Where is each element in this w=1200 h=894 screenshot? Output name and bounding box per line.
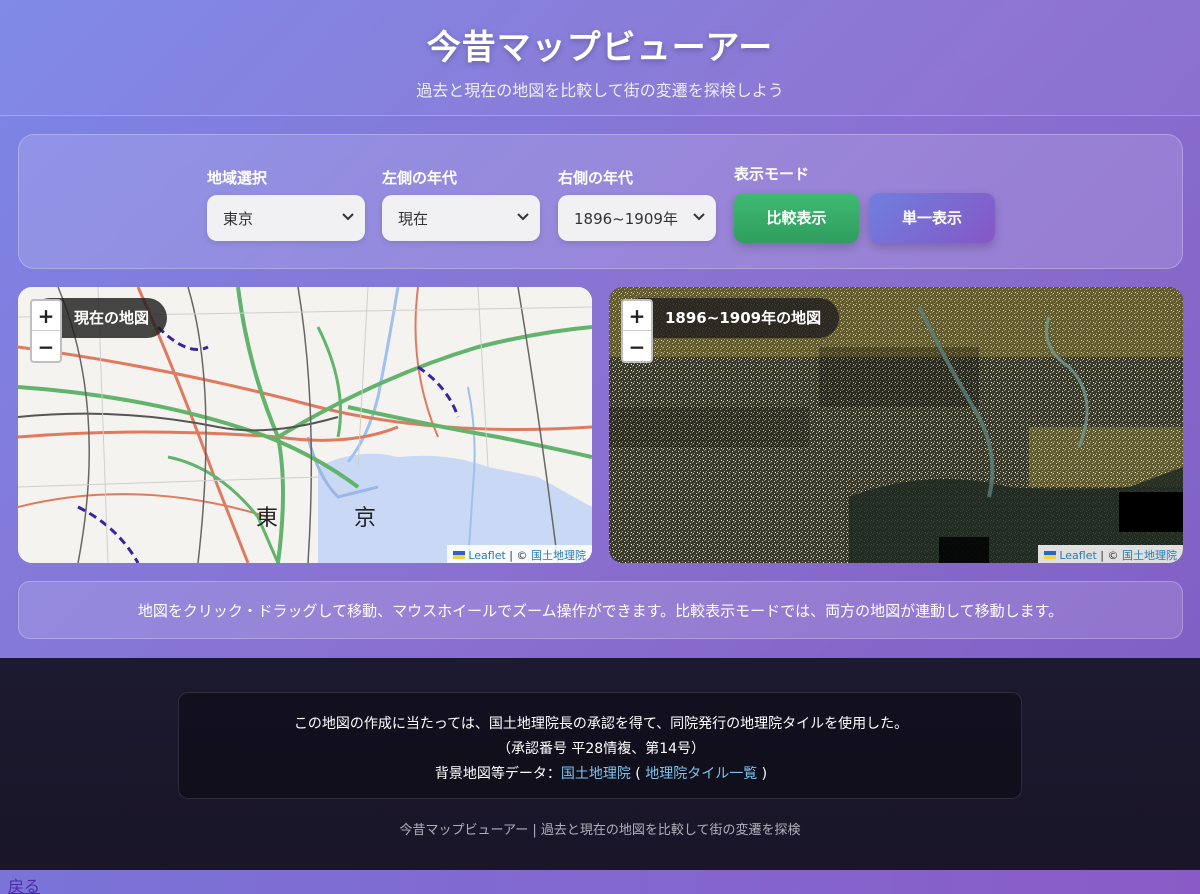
map-place-label: 東 <box>256 506 278 531</box>
attribution-separator: | © <box>505 549 531 562</box>
bottom-strip <box>0 870 1200 894</box>
left-map-attribution: Leaflet | © 国土地理院 <box>447 545 592 563</box>
credit-line-1: この地図の作成に当たっては、国土地理院長の承認を得て、同院発行の地理院タイルを使… <box>293 716 909 732</box>
compare-mode-button[interactable]: 比較表示 <box>734 193 859 243</box>
zoom-in-button[interactable]: + <box>623 301 651 331</box>
ukraine-flag-icon <box>453 551 466 559</box>
credit-line-3: 背景地図等データ：国土地理院 ( 地理院タイル一覧 ) <box>179 763 1023 783</box>
chevron-down-icon <box>517 213 529 221</box>
left-year-select[interactable]: 現在 <box>382 195 540 241</box>
region-select-value: 東京 <box>223 210 254 228</box>
right-map-attribution: Leaflet | © 国土地理院 <box>1038 545 1183 563</box>
right-zoom-control: + − <box>621 299 653 363</box>
attribution-separator: | © <box>1096 549 1122 562</box>
credit-paren-open: ( <box>630 766 646 782</box>
footer: この地図の作成に当たっては、国土地理院長の承認を得て、同院発行の地理院タイルを使… <box>0 658 1200 870</box>
map-place-label: 京 <box>354 506 376 531</box>
leaflet-link[interactable]: Leaflet <box>468 549 505 562</box>
mode-label: 表示モード <box>734 165 810 183</box>
chevron-down-icon <box>693 213 705 221</box>
right-year-select-value: 1896~1909年 <box>574 210 678 228</box>
zoom-in-button[interactable]: + <box>32 301 60 331</box>
right-year-label: 右側の年代 <box>558 169 634 187</box>
gsi-link[interactable]: 国土地理院 <box>1122 549 1177 562</box>
region-select[interactable]: 東京 <box>207 195 365 241</box>
credit-box: この地図の作成に当たっては、国土地理院長の承認を得て、同院発行の地理院タイルを使… <box>178 692 1022 799</box>
gsi-link[interactable]: 国土地理院 <box>531 549 586 562</box>
page-subtitle: 過去と現在の地図を比較して街の変遷を探検しよう <box>416 81 784 100</box>
left-map[interactable]: 東 京 現在の地図 + − Leaflet | © 国土地理院 <box>18 287 592 563</box>
left-year-select-value: 現在 <box>398 210 429 228</box>
chevron-down-icon <box>342 213 354 221</box>
zoom-out-button[interactable]: − <box>32 332 60 362</box>
region-label: 地域選択 <box>207 169 268 187</box>
credit-paren-close: ) <box>757 766 768 782</box>
single-mode-button[interactable]: 単一表示 <box>869 193 995 243</box>
leaflet-link[interactable]: Leaflet <box>1059 549 1096 562</box>
tile-list-link[interactable]: 地理院タイル一覧 <box>645 766 757 782</box>
ukraine-flag-icon <box>1044 551 1057 559</box>
right-map[interactable]: 1896~1909年の地図 + − Leaflet | © 国土地理院 <box>609 287 1183 563</box>
gsi-credit-link[interactable]: 国土地理院 <box>561 766 631 782</box>
usage-info: 地図をクリック・ドラッグして移動、マウスホイールでズーム操作ができます。比較表示… <box>18 581 1183 639</box>
left-year-label: 左側の年代 <box>382 169 458 187</box>
footer-note: 今昔マップビューアー | 過去と現在の地図を比較して街の変遷を探検 <box>399 823 801 838</box>
left-zoom-control: + − <box>30 299 62 363</box>
right-year-select[interactable]: 1896~1909年 <box>558 195 716 241</box>
back-link[interactable]: 戻る <box>8 873 40 894</box>
zoom-out-button[interactable]: − <box>623 332 651 362</box>
controls-panel: 地域選択 東京 左側の年代 現在 右側の年代 1896~1909年 表示モード … <box>18 134 1183 269</box>
credit-prefix: 背景地図等データ： <box>434 766 561 782</box>
header: 今昔マップビューアー 過去と現在の地図を比較して街の変遷を探検しよう <box>0 0 1200 116</box>
page-title: 今昔マップビューアー <box>426 28 774 68</box>
right-map-label: 1896~1909年の地図 <box>621 298 840 338</box>
credit-line-2: （承認番号 平28情複、第14号） <box>496 741 706 757</box>
page: 今昔マップビューアー 過去と現在の地図を比較して街の変遷を探検しよう 地域選択 … <box>0 0 1200 894</box>
